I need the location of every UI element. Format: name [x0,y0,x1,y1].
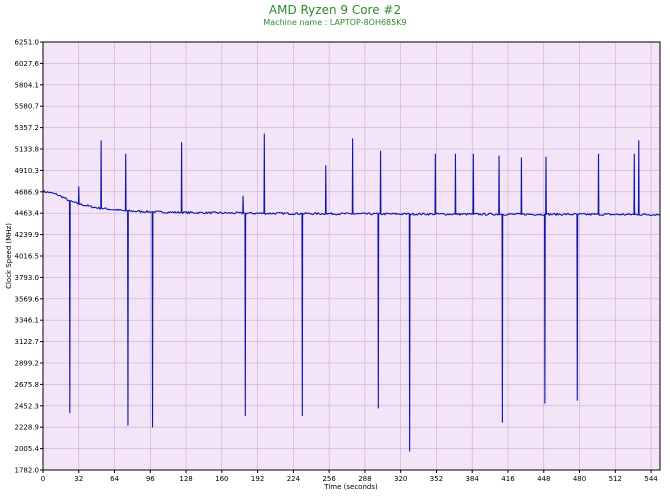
chart-svg: AMD Ryzen 9 Core #2 Machine name : LAPTO… [5,3,661,491]
y-tick-label: 2899.2 [15,360,40,368]
x-tick-label: 416 [501,475,515,483]
x-axis: 0 32 64 96 128 160 192 224 256 288 320 352 384 416 448… [41,470,658,483]
y-tick-label: 6251.0 [15,39,40,47]
y-tick-label: 4016.5 [15,253,40,261]
y-tick-label: 4910.3 [15,167,40,175]
x-tick-label: 32 [74,475,83,483]
x-tick-label: 224 [287,475,301,483]
x-tick-label: 512 [609,475,622,483]
y-tick-label: 2005.4 [15,445,40,453]
y-tick-label: 5133.8 [15,145,40,153]
x-tick-label: 192 [251,475,264,483]
y-tick-label: 5357.2 [15,124,40,132]
y-tick-label: 2452.3 [15,402,40,410]
y-tick-label: 3122.7 [15,338,40,346]
y-tick-label: 2228.9 [15,424,40,432]
x-tick-label: 160 [215,475,228,483]
y-axis: 1782.0 2005.4 2228.9 2452.3 2675.8 2899.2 3122… [15,39,43,475]
y-tick-label: 4686.9 [15,188,40,196]
x-tick-label: 352 [430,475,443,483]
gridlines [43,42,660,470]
x-tick-label: 0 [41,475,45,483]
chart-subtitle: Machine name : LAPTOP-8OH685K9 [263,18,406,27]
x-tick-label: 256 [322,475,336,483]
x-tick-label: 96 [146,475,155,483]
y-tick-label: 5804.1 [15,81,40,89]
x-tick-label: 320 [394,475,407,483]
x-tick-label: 384 [466,475,480,483]
x-axis-title: Time (seconds) [323,483,378,491]
y-tick-label: 4463.4 [15,210,40,218]
x-tick-label: 480 [573,475,586,483]
y-tick-label: 3346.1 [15,317,40,325]
y-axis-title: Clock Speed (MHz) [5,223,13,289]
y-tick-label: 1782.0 [15,467,40,475]
y-tick-label: 3793.0 [15,274,40,282]
y-tick-label: 4239.9 [15,231,40,239]
x-tick-label: 128 [179,475,192,483]
y-tick-label: 6027.6 [15,60,40,68]
y-tick-label: 5580.7 [15,103,40,111]
chart-title: AMD Ryzen 9 Core #2 [269,3,401,17]
x-tick-label: 288 [358,475,371,483]
chart: AMD Ryzen 9 Core #2 Machine name : LAPTO… [0,0,670,503]
y-tick-label: 2675.8 [15,381,40,389]
y-tick-label: 3569.6 [15,295,40,303]
x-tick-label: 448 [537,475,550,483]
x-tick-label: 544 [644,475,658,483]
x-tick-label: 64 [110,475,119,483]
